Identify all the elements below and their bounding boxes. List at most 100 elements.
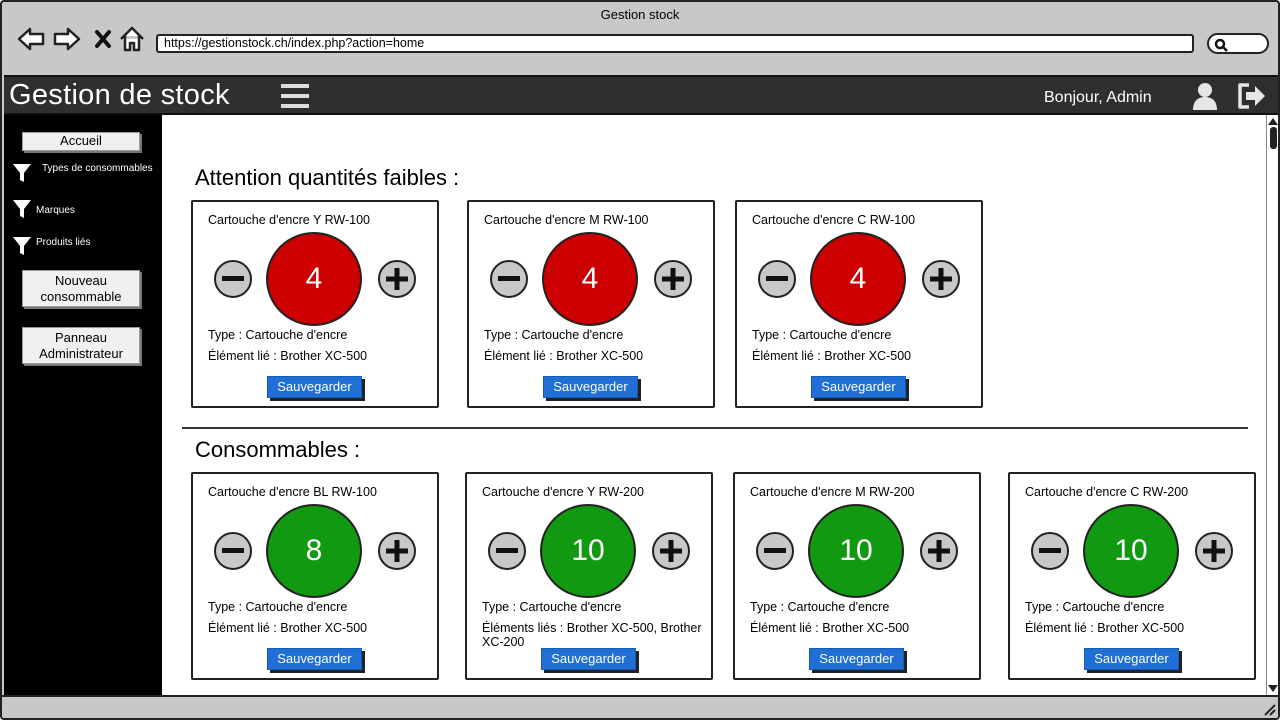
consumable-card: Cartouche d'encre C RW-200 10 Type : Car… [1008, 472, 1256, 680]
card-type: Type : Cartouche d'encre [484, 328, 624, 342]
decrement-button[interactable] [1031, 532, 1069, 570]
status-bar [2, 695, 1278, 718]
increment-button[interactable] [922, 260, 960, 298]
window-title: Gestion stock [600, 7, 680, 22]
sidebar-filter-brands[interactable]: Marques [12, 199, 75, 219]
card-title: Cartouche d'encre C RW-200 [1025, 485, 1189, 499]
card-title: Cartouche d'encre Y RW-200 [482, 485, 644, 499]
card-linked: Élément lié : Brother XC-500 [208, 621, 368, 635]
scroll-down-icon[interactable] [1268, 685, 1278, 692]
forward-arrow-icon[interactable] [52, 24, 82, 54]
decrement-button[interactable] [490, 260, 528, 298]
save-button[interactable]: Sauvegarder [811, 376, 906, 398]
card-linked: Élément lié : Brother XC-500 [1025, 621, 1185, 635]
decrement-button[interactable] [756, 532, 794, 570]
browser-search-box[interactable] [1207, 33, 1269, 54]
consumable-card: Cartouche d'encre BL RW-100 8 Type : Car… [191, 472, 439, 680]
sidebar-filter-label: Marques [36, 205, 75, 216]
close-icon[interactable] [88, 24, 118, 54]
card-title: Cartouche d'encre C RW-100 [752, 213, 916, 227]
low-stock-card: Cartouche d'encre M RW-100 4 Type : Cart… [467, 200, 715, 408]
quantity-indicator: 4 [266, 232, 362, 326]
save-button[interactable]: Sauvegarder [267, 648, 362, 670]
sidebar-filter-label: Produits liés [36, 237, 91, 248]
sidebar-filter-label: Types de consommables [42, 163, 153, 174]
consumable-card: Cartouche d'encre M RW-200 10 Type : Car… [733, 472, 981, 680]
browser-window: Gestion stock https://gestionstock.ch/in… [0, 0, 1280, 720]
app-title: Gestion de stock [9, 79, 230, 111]
save-button[interactable]: Sauvegarder [1084, 648, 1179, 670]
greeting-text: Bonjour, Admin [1044, 89, 1152, 106]
quantity-indicator: 4 [810, 232, 906, 326]
quantity-indicator: 10 [1083, 504, 1179, 598]
increment-button[interactable] [920, 532, 958, 570]
low-stock-card: Cartouche d'encre C RW-100 4 Type : Cart… [735, 200, 983, 408]
user-icon[interactable] [1191, 81, 1219, 116]
card-type: Type : Cartouche d'encre [482, 600, 622, 614]
card-linked: Élément lié : Brother XC-500 [484, 349, 644, 363]
section-divider [182, 427, 1248, 429]
scroll-up-icon[interactable] [1268, 118, 1278, 125]
hamburger-menu-icon[interactable] [280, 83, 310, 109]
save-button[interactable]: Sauvegarder [543, 376, 638, 398]
consumables-title: Consommables : [195, 437, 361, 462]
plus-icon [928, 540, 950, 562]
card-linked: Élément lié : Brother XC-500 [208, 349, 368, 363]
decrement-button[interactable] [214, 260, 252, 298]
filter-icon [13, 164, 31, 182]
resize-grip-icon[interactable] [1262, 702, 1276, 716]
sidebar-filter-types[interactable]: Types de consommables [12, 163, 153, 183]
admin-panel-button[interactable]: Panneau Administrateur [22, 327, 140, 364]
card-linked: Élément lié : Brother XC-500 [750, 621, 910, 635]
home-icon[interactable] [117, 24, 147, 54]
app-header: Gestion de stock Bonjour, Admin [4, 75, 1278, 116]
quantity-indicator: 4 [542, 232, 638, 326]
filter-icon [13, 200, 31, 218]
logout-icon[interactable] [1236, 81, 1268, 116]
decrement-button[interactable] [488, 532, 526, 570]
back-arrow-icon[interactable] [16, 24, 46, 54]
save-button[interactable]: Sauvegarder [541, 648, 636, 670]
minus-icon [766, 276, 788, 281]
minus-icon [496, 548, 518, 553]
plus-icon [386, 540, 408, 562]
consumable-card: Cartouche d'encre Y RW-200 10 Type : Car… [465, 472, 713, 680]
main-content: Attention quantités faibles : Cartouche … [162, 115, 1266, 695]
plus-icon [930, 268, 952, 290]
card-type: Type : Cartouche d'encre [750, 600, 890, 614]
increment-button[interactable] [652, 532, 690, 570]
sidebar: Accueil Types de consommables Marques Pr… [4, 115, 162, 695]
scroll-thumb[interactable] [1270, 127, 1277, 149]
filter-icon [13, 237, 31, 255]
low-stock-title: Attention quantités faibles : [195, 165, 460, 190]
increment-button[interactable] [654, 260, 692, 298]
minus-icon [764, 548, 786, 553]
save-button[interactable]: Sauvegarder [809, 648, 904, 670]
minus-icon [222, 548, 244, 553]
card-type: Type : Cartouche d'encre [1025, 600, 1165, 614]
vertical-scrollbar[interactable] [1266, 115, 1278, 695]
card-type: Type : Cartouche d'encre [208, 328, 348, 342]
sidebar-item-home[interactable]: Accueil [22, 132, 140, 151]
save-button[interactable]: Sauvegarder [267, 376, 362, 398]
minus-icon [498, 276, 520, 281]
card-title: Cartouche d'encre BL RW-100 [208, 485, 377, 499]
decrement-button[interactable] [214, 532, 252, 570]
sidebar-filter-products[interactable]: Produits liés [12, 236, 90, 256]
card-linked: Élément lié : Brother XC-500 [752, 349, 912, 363]
increment-button[interactable] [378, 532, 416, 570]
quantity-indicator: 8 [266, 504, 362, 598]
card-title: Cartouche d'encre M RW-200 [750, 485, 915, 499]
quantity-indicator: 10 [540, 504, 636, 598]
plus-icon [660, 540, 682, 562]
card-linked: Éléments liés : Brother XC-500, Brother … [482, 621, 702, 649]
increment-button[interactable] [378, 260, 416, 298]
minus-icon [222, 276, 244, 281]
card-title: Cartouche d'encre Y RW-100 [208, 213, 370, 227]
new-consumable-button[interactable]: Nouveau consommable [22, 270, 140, 307]
decrement-button[interactable] [758, 260, 796, 298]
card-title: Cartouche d'encre M RW-100 [484, 213, 649, 227]
url-bar[interactable]: https://gestionstock.ch/index.php?action… [156, 34, 1194, 53]
increment-button[interactable] [1195, 532, 1233, 570]
plus-icon [662, 268, 684, 290]
